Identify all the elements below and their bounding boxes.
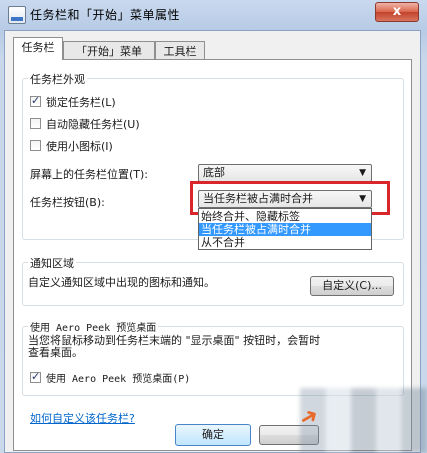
tab-taskbar[interactable]: 任务栏: [13, 37, 63, 60]
appearance-group-title: 任务栏外观: [28, 71, 87, 87]
close-button[interactable]: x: [375, 2, 419, 22]
chevron-down-icon: ▼: [359, 168, 366, 178]
option-always-combine[interactable]: 始终合并、隐藏标签: [199, 210, 371, 223]
customize-taskbar-help-link[interactable]: 如何自定义该任务栏?: [30, 410, 135, 426]
autohide-checkbox[interactable]: [30, 118, 41, 129]
taskbar-buttons-label: 任务栏按钮(B):: [30, 196, 105, 209]
taskbar-position-select[interactable]: 底部 ▼: [198, 164, 372, 182]
option-never-combine[interactable]: 从不合并: [199, 236, 371, 249]
notification-description: 自定义通知区域中出现的图标和通知。: [28, 276, 215, 289]
small-icons-label: 使用小图标(I): [46, 140, 113, 153]
taskbar-position-value: 底部: [203, 166, 225, 179]
option-combine-when-full[interactable]: 当任务栏被占满时合并: [199, 223, 371, 236]
aero-peek-description: 当您将鼠标移动到任务栏末端的 "显示桌面" 按钮时，会暂时 查看桌面。: [28, 335, 398, 359]
aero-peek-checkbox[interactable]: [30, 370, 41, 383]
small-icons-checkbox[interactable]: [30, 140, 41, 151]
window-title: 任务栏和「开始」菜单属性: [30, 8, 181, 22]
tab-toolbars[interactable]: 工具栏: [155, 41, 205, 61]
taskbar-position-label: 屏幕上的任务栏位置(T):: [30, 168, 149, 181]
taskbar-buttons-value: 当任务栏被占满时合并: [203, 192, 313, 205]
taskbar-buttons-select[interactable]: 当任务栏被占满时合并 ▼: [198, 190, 372, 208]
taskbar-app-icon: [8, 6, 26, 24]
aero-peek-group-title: 使用 Aero Peek 预览桌面: [28, 319, 159, 334]
lock-taskbar-label: 锁定任务栏(L): [46, 96, 116, 109]
chevron-down-icon: ▼: [359, 194, 366, 204]
lock-taskbar-checkbox[interactable]: [30, 94, 41, 107]
tab-start-menu[interactable]: 「开始」菜单: [63, 41, 155, 61]
notification-group-title: 通知区域: [28, 255, 76, 271]
title-bar[interactable]: 任务栏和「开始」菜单属性 x: [0, 0, 427, 30]
autohide-label: 自动隐藏任务栏(U): [46, 118, 140, 131]
taskbar-buttons-dropdown: 始终合并、隐藏标签 当任务栏被占满时合并 从不合并: [198, 208, 372, 250]
aero-peek-description-line1: 当您将鼠标移动到任务栏末端的 "显示桌面" 按钮时，会暂时: [28, 334, 321, 347]
properties-window: 任务栏和「开始」菜单属性 x 任务栏 「开始」菜单 工具栏 任务栏外观 锁定任务…: [0, 0, 427, 453]
ok-button[interactable]: 确定: [175, 424, 251, 446]
aero-peek-checkbox-label: 使用 Aero Peek 预览桌面(P): [46, 374, 191, 385]
aero-peek-description-line2: 查看桌面。: [28, 346, 83, 359]
customize-button[interactable]: 自定义(C)...: [310, 276, 394, 296]
